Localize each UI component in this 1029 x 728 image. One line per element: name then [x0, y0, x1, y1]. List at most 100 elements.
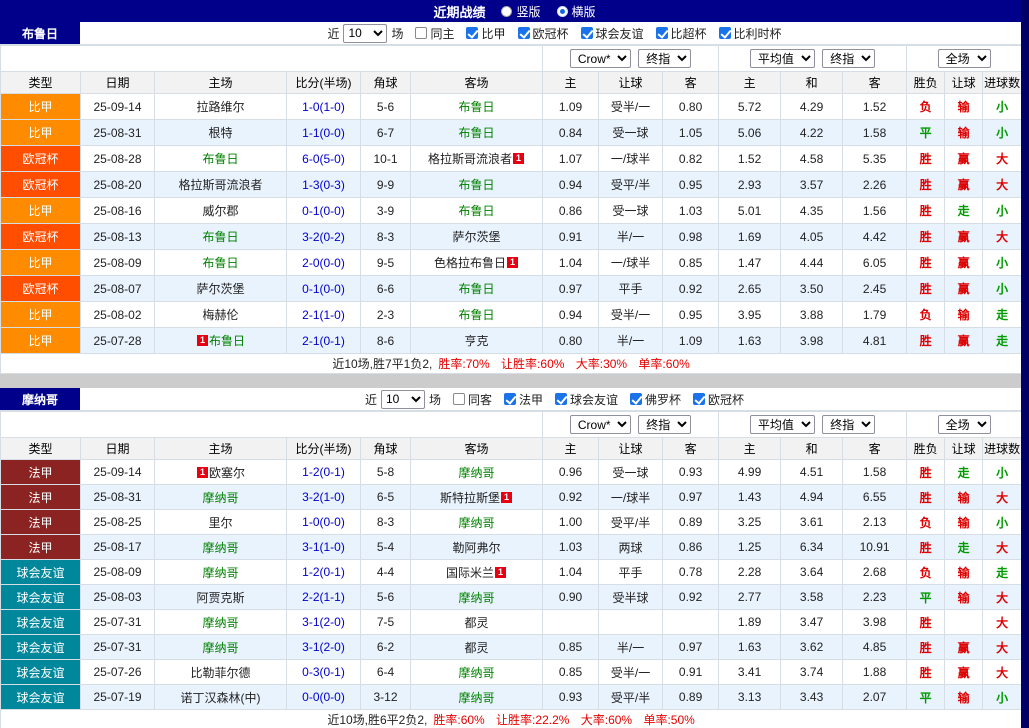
date-cell: 25-08-31	[81, 485, 155, 510]
euro-company-select[interactable]: 平均值	[750, 49, 815, 68]
euro-type-select[interactable]: 终指	[822, 49, 875, 68]
home-team-cell: 摩纳哥	[155, 610, 287, 635]
league-filter-checkbox[interactable]: 比甲	[466, 25, 505, 42]
euro-home-odds: 2.65	[719, 276, 781, 302]
league-filter-checkbox[interactable]: 佛罗杯	[630, 391, 681, 408]
away-team-cell: 布鲁日	[411, 172, 543, 198]
result-winloss: 胜	[907, 224, 945, 250]
corner-cell: 5-6	[361, 94, 411, 120]
euro-draw-odds: 3.61	[781, 510, 843, 535]
euro-away-odds: 1.52	[843, 94, 907, 120]
euro-home-odds: 1.47	[719, 250, 781, 276]
team-label: 布鲁日	[459, 126, 495, 140]
team-label: 萨尔茨堡	[453, 230, 501, 244]
column-header: 进球数	[983, 72, 1022, 94]
same-venue-checkbox[interactable]: 同客	[453, 391, 492, 408]
score-cell: 1-2(0-1)	[287, 560, 361, 585]
league-filter-checkbox[interactable]: 法甲	[504, 391, 543, 408]
euro-home-odds: 1.69	[719, 224, 781, 250]
odds-company-select[interactable]: Crow*	[570, 49, 631, 68]
handicap-line: 一/球半	[599, 485, 663, 510]
result-winloss: 胜	[907, 198, 945, 224]
odds-company-select[interactable]: Crow*	[570, 415, 631, 434]
same-venue-checkbox[interactable]: 同主	[415, 25, 454, 42]
layout-radio-horizontal[interactable]: 横版	[557, 3, 596, 20]
euro-away-odds: 1.88	[843, 660, 907, 685]
result-handicap: 输	[945, 302, 983, 328]
away-team-cell: 斯特拉斯堡1	[411, 485, 543, 510]
league-filter-checkbox[interactable]: 欧冠杯	[693, 391, 744, 408]
score-cell: 0-1(0-0)	[287, 198, 361, 224]
away-team-cell: 布鲁日	[411, 302, 543, 328]
euro-draw-odds: 4.44	[781, 250, 843, 276]
euro-away-odds: 2.07	[843, 685, 907, 710]
result-winloss: 负	[907, 560, 945, 585]
column-header: 角球	[361, 438, 411, 460]
score-cell: 3-1(2-0)	[287, 635, 361, 660]
score-cell: 0-0(0-0)	[287, 685, 361, 710]
handicap-odds-selects: Crow* 终指	[543, 46, 719, 72]
column-header: 主	[719, 72, 781, 94]
table-row: 球会友谊25-07-31摩纳哥3-1(2-0)6-2都灵0.85半/一0.971…	[1, 635, 1022, 660]
corner-cell: 8-3	[361, 224, 411, 250]
odds-type-select[interactable]: 终指	[638, 415, 691, 434]
column-header: 比分(半场)	[287, 438, 361, 460]
league-filter-checkbox[interactable]: 球会友谊	[555, 391, 618, 408]
euro-type-select[interactable]: 终指	[822, 415, 875, 434]
scope-select[interactable]: 全场	[938, 49, 991, 68]
home-team-cell: 摩纳哥	[155, 560, 287, 585]
euro-draw-odds: 4.29	[781, 94, 843, 120]
league-type-cell: 球会友谊	[1, 685, 81, 710]
euro-away-odds: 2.45	[843, 276, 907, 302]
scope-select[interactable]: 全场	[938, 415, 991, 434]
table-row: 球会友谊25-08-09摩纳哥1-2(0-1)4-4国际米兰11.04平手0.7…	[1, 560, 1022, 585]
team-section: 布鲁日 近 10 场 同主 比甲欧冠杯球会友谊比超杯比利时杯	[0, 22, 1029, 374]
handicap-away-odds: 0.93	[663, 460, 719, 485]
league-filter-label: 欧冠杯	[708, 391, 744, 408]
result-winloss: 负	[907, 302, 945, 328]
euro-draw-odds: 4.35	[781, 198, 843, 224]
handicap-away-odds: 0.89	[663, 685, 719, 710]
score-cell: 2-1(0-1)	[287, 328, 361, 354]
euro-company-select[interactable]: 平均值	[750, 415, 815, 434]
layout-radio-vertical[interactable]: 竖版	[501, 3, 540, 20]
recent-count-select[interactable]: 10	[343, 24, 387, 43]
league-type-cell: 球会友谊	[1, 585, 81, 610]
euro-home-odds: 4.99	[719, 460, 781, 485]
team-label: 布鲁日	[209, 334, 245, 348]
euro-draw-odds: 3.47	[781, 610, 843, 635]
team-label: 布鲁日	[459, 178, 495, 192]
result-winloss: 胜	[907, 635, 945, 660]
result-winloss: 负	[907, 94, 945, 120]
team-label: 斯特拉斯堡	[440, 491, 500, 505]
euro-home-odds: 1.63	[719, 635, 781, 660]
league-filter-label: 比超杯	[671, 25, 707, 42]
result-goals: 小	[983, 510, 1022, 535]
home-team-cell: 布鲁日	[155, 224, 287, 250]
euro-home-odds: 5.72	[719, 94, 781, 120]
euro-draw-odds: 3.74	[781, 660, 843, 685]
recent-count-select[interactable]: 10	[381, 390, 425, 409]
league-filter-checkbox[interactable]: 球会友谊	[581, 25, 644, 42]
team-label: 布鲁日	[459, 204, 495, 218]
result-handicap: 赢	[945, 250, 983, 276]
corner-cell: 2-3	[361, 302, 411, 328]
column-header: 类型	[1, 438, 81, 460]
handicap-home-odds: 0.97	[543, 276, 599, 302]
odds-type-select[interactable]: 终指	[638, 49, 691, 68]
handicap-line: 受一球	[599, 460, 663, 485]
checkbox-unchecked-icon	[453, 393, 465, 405]
table-row: 欧冠杯25-08-28布鲁日6-0(5-0)10-1格拉斯哥流浪者11.07一/…	[1, 146, 1022, 172]
away-team-cell: 摩纳哥	[411, 660, 543, 685]
corner-cell: 5-4	[361, 535, 411, 560]
home-team-cell: 威尔郡	[155, 198, 287, 224]
league-filter-checkbox[interactable]: 比利时杯	[719, 25, 782, 42]
column-header: 客场	[411, 438, 543, 460]
away-team-cell: 国际米兰1	[411, 560, 543, 585]
result-goals: 小	[983, 94, 1022, 120]
score-cell: 1-3(0-3)	[287, 172, 361, 198]
home-team-cell: 梅赫伦	[155, 302, 287, 328]
league-filter-checkbox[interactable]: 欧冠杯	[518, 25, 569, 42]
league-type-cell: 比甲	[1, 198, 81, 224]
league-filter-checkbox[interactable]: 比超杯	[656, 25, 707, 42]
